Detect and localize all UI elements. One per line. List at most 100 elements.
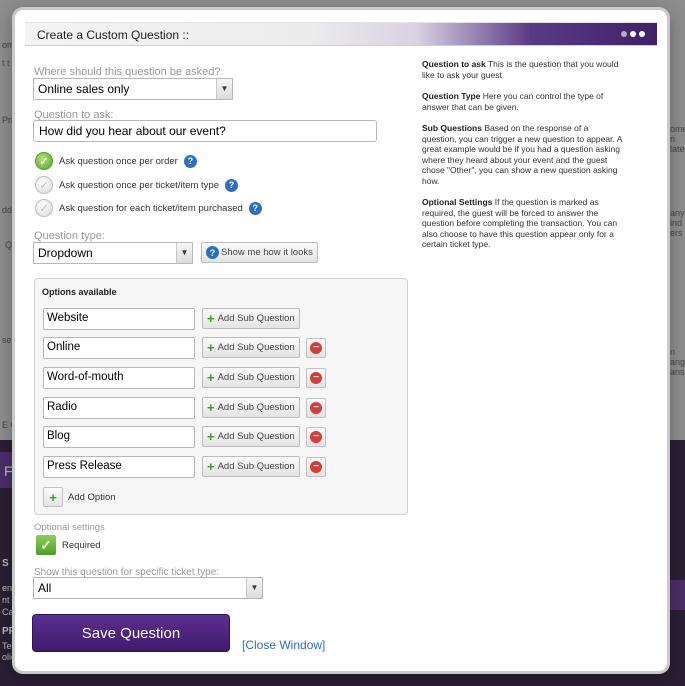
- background-text: late: [670, 144, 685, 154]
- help-item: Question to ask This is the question tha…: [422, 59, 622, 80]
- plus-icon: +: [207, 370, 215, 385]
- background-text: ang: [670, 357, 685, 367]
- show-me-button[interactable]: ? Show me how it looks: [201, 242, 318, 263]
- option-input[interactable]: Press Release: [43, 456, 195, 478]
- help-icon: ?: [206, 246, 219, 259]
- option-input[interactable]: Word-of-mouth: [43, 367, 195, 389]
- add-sub-question-button[interactable]: + Add Sub Question: [202, 337, 300, 358]
- question-value: How did you hear about our event?: [39, 124, 226, 138]
- background-text: om: [2, 40, 15, 50]
- add-sub-question-label: Add Sub Question: [217, 402, 295, 413]
- remove-option-button[interactable]: −: [306, 338, 326, 358]
- chevron-down-icon: ▼: [246, 578, 262, 598]
- background-text: ans: [670, 367, 685, 377]
- save-question-label: Save Question: [81, 624, 181, 642]
- checked-radio-icon[interactable]: ✓: [35, 152, 53, 170]
- option-value: Radio: [47, 401, 78, 413]
- chevron-down-icon: ▼: [176, 243, 192, 263]
- help-icon[interactable]: ?: [248, 201, 262, 215]
- option-value: Blog: [47, 430, 71, 442]
- plus-icon: +: [207, 429, 215, 444]
- frequency-option[interactable]: ✓ Ask question once per ticket/item type…: [35, 176, 238, 194]
- checkbox-checked-icon[interactable]: ✓: [36, 535, 56, 555]
- ask-where-label: Where should this question be asked?:: [34, 66, 224, 78]
- minus-icon: −: [310, 431, 322, 443]
- add-sub-question-button[interactable]: + Add Sub Question: [202, 367, 300, 388]
- question-input[interactable]: How did you hear about our event?: [33, 120, 377, 142]
- question-type-value: Dropdown: [38, 246, 93, 260]
- background-text: S: [2, 558, 9, 569]
- background-text: ind: [670, 218, 683, 228]
- help-icon[interactable]: ?: [183, 154, 197, 168]
- show-me-label: Show me how it looks: [221, 247, 313, 258]
- help-item-title: Question Type: [422, 91, 481, 101]
- add-sub-question-label: Add Sub Question: [217, 372, 295, 383]
- option-input[interactable]: Blog: [43, 426, 195, 448]
- save-question-button[interactable]: Save Question: [32, 614, 230, 652]
- close-window-link[interactable]: [Close Window]: [242, 638, 325, 652]
- add-sub-question-button[interactable]: + Add Sub Question: [202, 426, 300, 447]
- add-sub-question-button[interactable]: + Add Sub Question: [202, 456, 300, 477]
- modal-header: Create a Custom Question ::: [25, 22, 657, 46]
- minus-icon: −: [310, 372, 322, 384]
- modal-title: Create a Custom Question ::: [37, 28, 190, 42]
- question-type-select[interactable]: Dropdown ▼: [33, 242, 193, 264]
- options-title: Options available: [42, 287, 117, 297]
- help-item-title: Sub Questions: [422, 123, 482, 133]
- unchecked-radio-icon[interactable]: ✓: [35, 199, 53, 217]
- minus-icon: −: [310, 402, 322, 414]
- frequency-option[interactable]: ✓ Ask question for each ticket/item purc…: [35, 199, 262, 217]
- ticket-type-select[interactable]: All ▼: [33, 577, 263, 599]
- window-dots: [621, 31, 645, 37]
- required-checkbox[interactable]: ✓ Required: [36, 535, 101, 555]
- custom-question-modal: Create a Custom Question :: Where should…: [15, 10, 667, 671]
- help-item: Sub Questions Based on the response of a…: [422, 123, 622, 186]
- plus-icon: +: [207, 459, 215, 474]
- background-text: t t: [2, 58, 10, 68]
- options-panel: Options available Website + Add Sub Quest…: [34, 278, 408, 515]
- plus-icon: +: [207, 400, 215, 415]
- ticket-type-value: All: [38, 581, 52, 595]
- help-panel: Question to ask This is the question tha…: [422, 59, 622, 261]
- help-item: Question Type Here you can control the t…: [422, 91, 622, 112]
- remove-option-button[interactable]: −: [306, 398, 326, 418]
- remove-option-button[interactable]: −: [306, 427, 326, 447]
- optional-settings-label: Optional settings: [34, 522, 105, 533]
- minus-icon: −: [310, 342, 322, 354]
- add-sub-question-label: Add Sub Question: [217, 461, 295, 472]
- background-text: ent: [2, 583, 15, 593]
- ask-where-select[interactable]: Online sales only ▼: [33, 78, 233, 100]
- option-input[interactable]: Online: [43, 337, 195, 359]
- background-text: dd: [2, 205, 13, 215]
- background-text: Q: [5, 240, 13, 250]
- remove-option-button[interactable]: −: [306, 368, 326, 388]
- frequency-option-label: Ask question once per ticket/item type: [59, 179, 219, 191]
- unchecked-radio-icon[interactable]: ✓: [35, 176, 53, 194]
- background-text: olic: [2, 652, 16, 662]
- option-value: Online: [47, 341, 81, 353]
- help-item-title: Question to ask: [422, 59, 486, 69]
- add-sub-question-button[interactable]: + Add Sub Question: [202, 308, 300, 329]
- window-dot-icon: [630, 31, 636, 37]
- add-sub-question-label: Add Sub Question: [217, 342, 295, 353]
- add-sub-question-button[interactable]: + Add Sub Question: [202, 397, 300, 418]
- question-type-label: Question type:: [34, 230, 105, 242]
- background-text: Pri: [2, 115, 13, 125]
- remove-option-button[interactable]: −: [306, 457, 326, 477]
- option-value: Press Release: [47, 460, 122, 472]
- option-input[interactable]: Website: [43, 308, 195, 330]
- frequency-option-label: Ask question once per order: [59, 155, 178, 167]
- add-sub-question-label: Add Sub Question: [217, 431, 295, 442]
- add-option-button[interactable]: + Add Option: [43, 487, 116, 507]
- minus-icon: −: [310, 461, 322, 473]
- plus-icon: +: [207, 311, 215, 326]
- plus-icon[interactable]: +: [43, 487, 63, 507]
- option-input[interactable]: Radio: [43, 397, 195, 419]
- required-label: Required: [62, 539, 101, 551]
- frequency-option[interactable]: ✓ Ask question once per order ?: [35, 152, 197, 170]
- add-sub-question-label: Add Sub Question: [217, 313, 295, 324]
- help-icon[interactable]: ?: [225, 178, 238, 192]
- background-text: PR: [2, 626, 16, 637]
- background-text: F: [4, 463, 13, 479]
- background-text: n: [670, 347, 676, 357]
